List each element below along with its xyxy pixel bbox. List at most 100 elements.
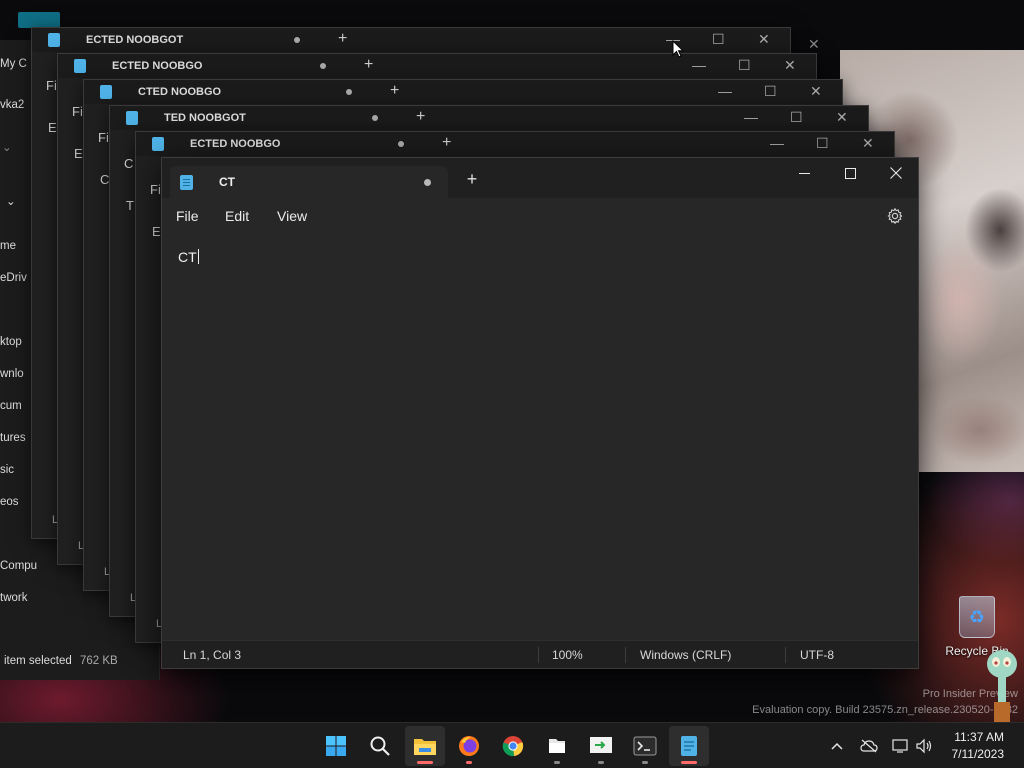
nav-item[interactable]: tures	[0, 432, 26, 444]
new-tab-button[interactable]: +	[462, 170, 482, 190]
show-hidden-icons-button[interactable]	[826, 723, 848, 768]
tab-bar: TED NOOBGOT + — ☐ ✕	[110, 106, 868, 130]
maximize-icon[interactable]: ☐	[712, 31, 725, 48]
close-icon[interactable]: ✕	[808, 36, 820, 53]
maximize-icon[interactable]: ☐	[790, 109, 803, 126]
tab-title[interactable]: ECTED NOOBGO	[190, 138, 280, 150]
tab-title[interactable]: ECTED NOOBGOT	[86, 34, 183, 46]
menu-view[interactable]: T	[126, 198, 134, 213]
maximize-icon[interactable]: ☐	[816, 135, 829, 152]
title-bar[interactable]: CT +	[162, 158, 918, 198]
new-tab-button[interactable]: +	[416, 108, 425, 126]
close-icon[interactable]: ✕	[862, 135, 874, 152]
nav-item[interactable]: ktop	[0, 336, 22, 348]
maximize-button[interactable]	[827, 158, 873, 188]
chevron-down-icon[interactable]: ⌄	[2, 140, 12, 154]
recycle-bin-icon: ♻	[959, 596, 995, 638]
menu-view[interactable]: View	[277, 208, 307, 224]
taskbar-file-explorer[interactable]	[405, 726, 445, 766]
close-icon[interactable]: ✕	[758, 31, 770, 48]
status-position: Ln 1, Col 3	[183, 648, 242, 662]
status-encoding[interactable]: UTF-8	[800, 648, 834, 662]
unsaved-dot-icon	[320, 63, 326, 69]
minimize-icon[interactable]: —	[744, 109, 758, 125]
volume-button[interactable]	[913, 723, 935, 768]
minimize-button[interactable]	[781, 158, 827, 188]
new-tab-button[interactable]: +	[390, 82, 399, 100]
tab-bar: ECTED NOOBGO + — ☐ ✕	[58, 54, 816, 78]
start-button[interactable]	[316, 726, 356, 766]
new-tab-button[interactable]: +	[364, 56, 373, 74]
nav-item[interactable]: cum	[0, 400, 22, 412]
menu-edit[interactable]: E	[152, 224, 161, 239]
chevron-down-icon[interactable]: ⌄	[6, 194, 16, 208]
chevron-up-icon	[831, 742, 843, 750]
menu-edit[interactable]: Edit	[225, 208, 249, 224]
notepad-icon	[48, 33, 60, 47]
tab-title[interactable]: ECTED NOOBGO	[112, 60, 202, 72]
notepad-icon	[74, 59, 86, 73]
menu-file[interactable]: C	[124, 156, 133, 171]
taskbar-notepad[interactable]	[669, 726, 709, 766]
editor-content[interactable]: CT	[178, 249, 199, 265]
close-icon[interactable]: ✕	[836, 109, 848, 126]
settings-button[interactable]	[886, 207, 904, 225]
search-icon	[370, 736, 390, 756]
system-clock[interactable]: 11:37 AM 7/11/2023	[952, 729, 1005, 763]
status-line-ending[interactable]: Windows (CRLF)	[640, 648, 731, 662]
network-button[interactable]	[890, 723, 912, 768]
maximize-icon[interactable]: ☐	[738, 57, 751, 74]
tab-bar: ECTED NOOBGO + — ☐ ✕	[136, 132, 894, 156]
menu-file[interactable]: Fi	[98, 130, 109, 145]
menu-edit[interactable]: E	[48, 120, 57, 135]
nav-item[interactable]: My C	[0, 58, 27, 70]
maximize-icon	[844, 167, 856, 179]
close-button[interactable]	[873, 158, 919, 188]
tab-active[interactable]: CT	[170, 166, 448, 198]
active-indicator	[417, 761, 433, 764]
taskbar-chrome[interactable]	[493, 726, 533, 766]
editor-text: CT	[178, 249, 197, 265]
new-tab-button[interactable]: +	[442, 134, 451, 152]
onedrive-button[interactable]	[858, 723, 880, 768]
notepad-window[interactable]: CT + File Edit View CT Ln 1, Col 3 100%	[161, 157, 919, 669]
menu-view[interactable]: C	[100, 172, 109, 187]
clock-time: 11:37 AM	[954, 730, 1004, 744]
status-zoom[interactable]: 100%	[552, 648, 583, 662]
minimize-icon[interactable]: —	[718, 83, 732, 99]
nav-item[interactable]: vka2	[0, 99, 24, 111]
watermark-line: Pro Insider Preview	[922, 688, 1018, 700]
search-button[interactable]	[360, 726, 400, 766]
nav-item[interactable]: sic	[0, 464, 14, 476]
nav-item[interactable]: twork	[0, 592, 27, 604]
status-bar: Ln 1, Col 3 100% Windows (CRLF) UTF-8	[162, 640, 918, 668]
minimize-icon[interactable]: —	[692, 57, 706, 73]
nav-item[interactable]: me	[0, 240, 16, 252]
unsaved-dot-icon[interactable]	[424, 179, 431, 186]
close-icon[interactable]: ✕	[784, 57, 796, 74]
menu-file[interactable]: Fi	[150, 182, 161, 197]
close-icon	[890, 167, 902, 179]
nav-item[interactable]: wnlo	[0, 368, 24, 380]
taskbar-remote-desktop[interactable]	[581, 726, 621, 766]
nav-item[interactable]: Compu	[0, 560, 37, 572]
menu-edit[interactable]: E	[74, 146, 83, 161]
maximize-icon[interactable]: ☐	[764, 83, 777, 100]
close-icon[interactable]: ✕	[810, 83, 822, 100]
taskbar-firefox[interactable]	[449, 726, 489, 766]
minimize-icon[interactable]: —	[770, 135, 784, 151]
status-divider	[538, 647, 539, 663]
menu-file[interactable]: File	[176, 208, 199, 224]
taskbar-terminal[interactable]	[625, 726, 665, 766]
open-indicator	[598, 761, 604, 764]
taskbar: 11:37 AM 7/11/2023	[0, 722, 1024, 768]
nav-item[interactable]: eos	[0, 496, 19, 508]
tab-title[interactable]: TED NOOBGOT	[164, 112, 246, 124]
text-editor[interactable]: CT	[162, 234, 918, 640]
taskbar-files[interactable]	[537, 726, 577, 766]
notepad-icon	[180, 175, 193, 190]
new-tab-button[interactable]: +	[338, 30, 347, 48]
nav-item[interactable]: eDriv	[0, 272, 27, 284]
tab-title[interactable]: CTED NOOBGO	[138, 86, 221, 98]
firefox-icon	[459, 736, 479, 756]
